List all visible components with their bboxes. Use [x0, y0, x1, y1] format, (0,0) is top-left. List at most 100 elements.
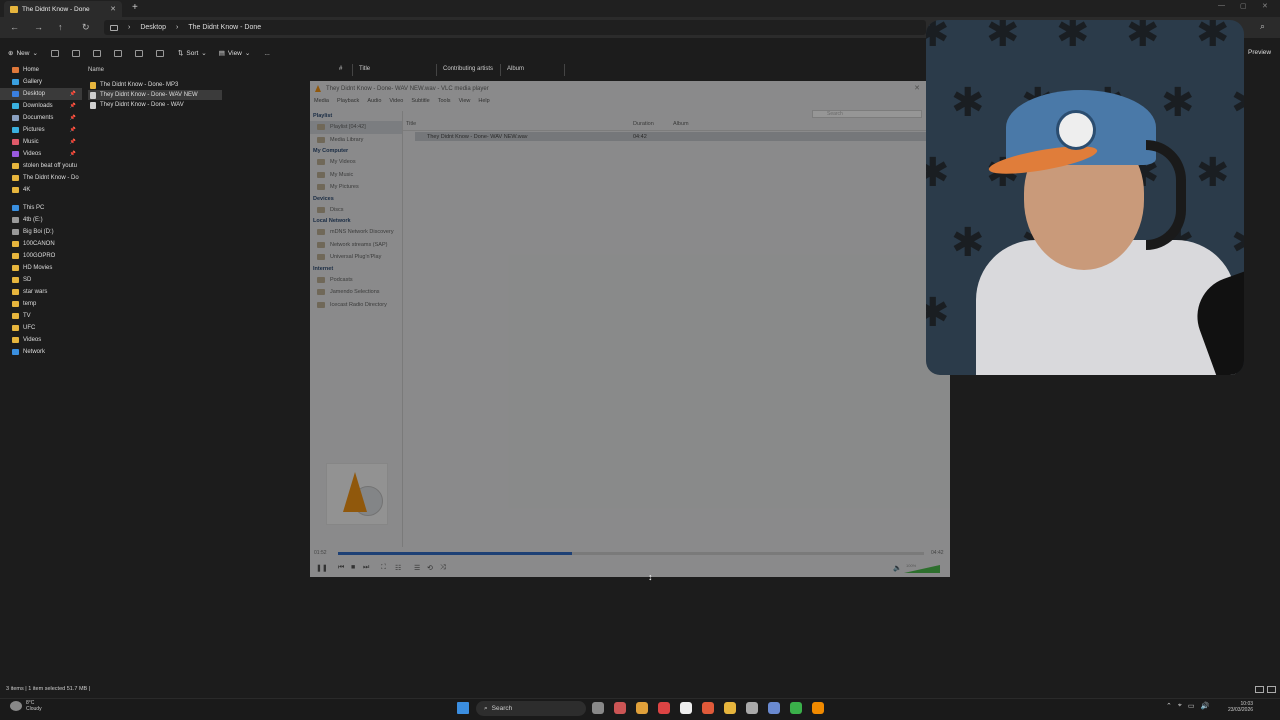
sidebar-item-videos[interactable]: Videos 📌: [0, 148, 82, 160]
sidebar-item-4tb-e[interactable]: 4tb (E:): [0, 214, 82, 226]
column-number[interactable]: #: [333, 64, 353, 76]
stop-icon[interactable]: ■: [351, 564, 355, 571]
sidebar-item-network[interactable]: Network: [0, 346, 82, 358]
sidebar-item-home[interactable]: Home: [0, 64, 82, 76]
menu-audio[interactable]: Audio: [367, 98, 381, 104]
share-icon[interactable]: [134, 49, 143, 57]
sidebar-item-desktop[interactable]: Desktop 📌: [0, 88, 82, 100]
playlist-row[interactable]: They Didnt Know - Done- WAV NEW.wav 04:4…: [415, 132, 950, 141]
breadcrumb-folder[interactable]: The Didnt Know - Done: [188, 24, 261, 31]
sidebar-item-sd[interactable]: SD: [0, 274, 82, 286]
folder-icon[interactable]: [724, 702, 736, 714]
vlc-item-my-pictures[interactable]: My Pictures: [310, 181, 402, 194]
weather-widget[interactable]: 8°C Cloudy: [10, 700, 42, 712]
column-album[interactable]: Album: [501, 64, 565, 76]
previous-icon[interactable]: ⏮: [338, 564, 344, 572]
browser-icon[interactable]: [658, 702, 670, 714]
menu-subtitle[interactable]: Subtitle: [411, 98, 429, 104]
vlc-window[interactable]: They Didnt Know - Done- WAV NEW.wav - VL…: [310, 81, 950, 577]
chevron-up-icon[interactable]: ⌃: [1166, 702, 1172, 710]
close-icon[interactable]: ✕: [914, 84, 920, 92]
rename-icon[interactable]: [113, 49, 122, 57]
preview-button[interactable]: Preview: [1248, 49, 1271, 56]
clock[interactable]: 10:03 23/03/2026: [1228, 701, 1253, 713]
app-icon[interactable]: [614, 702, 626, 714]
vlc-item-network-streams-sap[interactable]: Network streams (SAP): [310, 239, 402, 252]
breadcrumb[interactable]: › Desktop › The Didnt Know - Done: [104, 20, 926, 35]
seek-bar[interactable]: [338, 552, 924, 555]
menu-media[interactable]: Media: [314, 98, 329, 104]
maximize-icon[interactable]: ▢: [1240, 2, 1247, 10]
cut-icon[interactable]: [50, 49, 59, 57]
menu-help[interactable]: Help: [478, 98, 489, 104]
location-icon[interactable]: ⌖: [1178, 702, 1182, 710]
start-icon[interactable]: [457, 702, 469, 714]
header-album[interactable]: Album: [673, 121, 689, 130]
menu-playback[interactable]: Playback: [337, 98, 359, 104]
details-view-icon[interactable]: [1255, 686, 1264, 693]
vlc-item-my-music[interactable]: My Music: [310, 169, 402, 182]
back-icon[interactable]: ←: [10, 22, 19, 32]
sidebar-item-tv[interactable]: TV: [0, 310, 82, 322]
forward-icon[interactable]: →: [34, 22, 43, 32]
playlist-item[interactable]: Playlist [04:42]: [310, 121, 402, 134]
copy-icon[interactable]: [71, 49, 80, 57]
close-tab-icon[interactable]: ✕: [110, 5, 116, 13]
header-duration[interactable]: Duration: [633, 121, 673, 130]
sidebar-item-100canon[interactable]: 100CANON: [0, 238, 82, 250]
search-icon[interactable]: ⌕: [1260, 21, 1265, 32]
volume-icon[interactable]: 🔊: [1200, 702, 1209, 710]
column-name[interactable]: Name: [88, 67, 104, 73]
vlc-item-podcasts[interactable]: Podcasts: [310, 274, 402, 287]
sidebar-item-hd-movies[interactable]: HD Movies: [0, 262, 82, 274]
task-view-icon[interactable]: [592, 702, 604, 714]
network-icon[interactable]: ▭: [1188, 702, 1195, 710]
vlc-search-input[interactable]: Search: [812, 110, 922, 118]
shuffle-icon[interactable]: ⤨: [440, 564, 446, 572]
sidebar-item-documents[interactable]: Documents 📌: [0, 112, 82, 124]
file-row[interactable]: They Didnt Know - Done- WAV NEW: [88, 90, 222, 100]
new-button[interactable]: ⊕ New ⌄: [8, 49, 38, 58]
file-row[interactable]: They Didnt Know - Done - WAV: [88, 100, 222, 110]
tab-explorer[interactable]: The Didnt Know - Done ✕: [4, 1, 122, 17]
next-icon[interactable]: ⏭: [363, 564, 369, 572]
sidebar-item-100gopro[interactable]: 100GOPRO: [0, 250, 82, 262]
menu-view[interactable]: View: [459, 98, 471, 104]
chrome-icon-2[interactable]: [790, 702, 802, 714]
pause-icon[interactable]: ❚❚: [316, 564, 328, 572]
sidebar-item-music[interactable]: Music 📌: [0, 136, 82, 148]
fullscreen-icon[interactable]: ⛶: [381, 564, 386, 572]
breadcrumb-desktop[interactable]: Desktop: [140, 24, 166, 31]
tiles-view-icon[interactable]: [1267, 686, 1276, 693]
sidebar-item-stolen-beat-off-youtu[interactable]: stolen beat off youtu: [0, 160, 82, 172]
sidebar-item-temp[interactable]: temp: [0, 298, 82, 310]
paste-icon[interactable]: [92, 49, 101, 57]
new-tab-button[interactable]: +: [132, 2, 138, 13]
vlc-item-mdns-network-discovery[interactable]: mDNS Network Discovery: [310, 226, 402, 239]
taskbar-search[interactable]: ⌕ Search: [476, 701, 586, 716]
sidebar-item-gallery[interactable]: Gallery: [0, 76, 82, 88]
delete-icon[interactable]: [155, 49, 164, 57]
refresh-icon[interactable]: ↻: [82, 22, 90, 33]
loop-icon[interactable]: ⟲: [427, 564, 433, 572]
globe-icon[interactable]: [768, 702, 780, 714]
extended-settings-icon[interactable]: ☷: [395, 564, 401, 572]
sidebar-item-the-didnt-know-do[interactable]: The Didnt Know - Do: [0, 172, 82, 184]
sidebar-item-pictures[interactable]: Pictures 📌: [0, 124, 82, 136]
header-title[interactable]: Title: [403, 121, 633, 130]
sidebar-item-ufc[interactable]: UFC: [0, 322, 82, 334]
brave-icon[interactable]: [702, 702, 714, 714]
sidebar-item-downloads[interactable]: Downloads 📌: [0, 100, 82, 112]
sidebar-item-videos[interactable]: Videos: [0, 334, 82, 346]
sort-button[interactable]: ⇅ Sort ⌄: [178, 49, 207, 58]
vlc-item-my-videos[interactable]: My Videos: [310, 156, 402, 169]
sidebar-item-4k[interactable]: 4K: [0, 184, 82, 196]
more-button[interactable]: ...: [264, 50, 269, 57]
vlc-item-jamendo-selections[interactable]: Jamendo Selections: [310, 286, 402, 299]
volume-slider[interactable]: 100%: [904, 563, 940, 573]
up-icon[interactable]: ↑: [58, 22, 63, 32]
media-library-item[interactable]: Media Library: [310, 134, 402, 147]
vlc-icon[interactable]: [812, 702, 824, 714]
chrome-icon[interactable]: [636, 702, 648, 714]
sidebar-item-star-wars[interactable]: star wars: [0, 286, 82, 298]
